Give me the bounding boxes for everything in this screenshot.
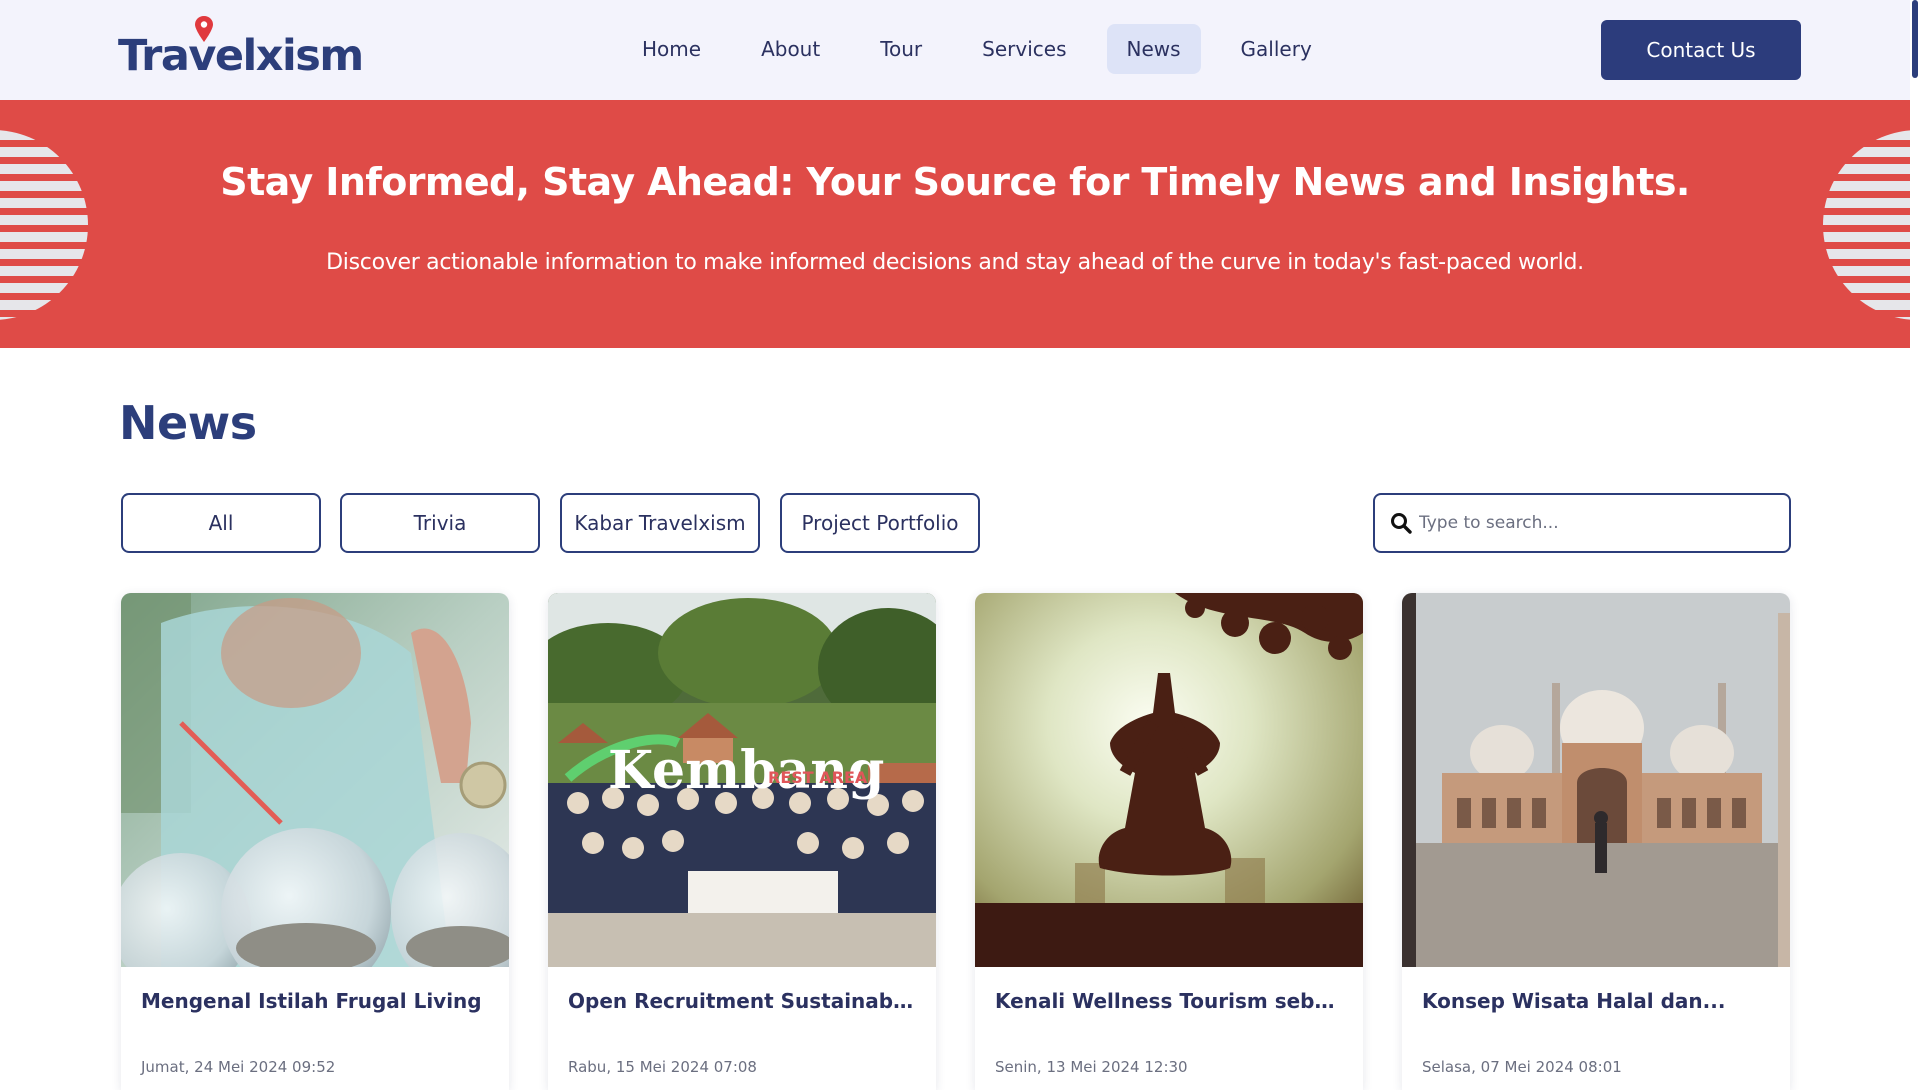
filter-all-button[interactable]: All [121, 493, 321, 553]
hero-title: Stay Informed, Stay Ahead: Your Source f… [220, 160, 1690, 204]
search-box [1373, 493, 1791, 553]
location-pin-icon [195, 16, 213, 42]
scrollbar-thumb[interactable] [1912, 0, 1918, 78]
nav-news[interactable]: News [1106, 24, 1201, 74]
card-date: Selasa, 07 Mei 2024 08:01 [1422, 1058, 1622, 1076]
nav-home[interactable]: Home [622, 24, 721, 74]
card-title[interactable]: Mengenal Istilah Frugal Living [141, 989, 491, 1013]
card-image-yoga-silhouette [975, 593, 1363, 967]
main-nav: Home About Tour Services News Gallery [622, 24, 1352, 74]
page-title: News [119, 396, 257, 450]
card-image-coin-jars [121, 593, 509, 967]
filter-trivia-button[interactable]: Trivia [340, 493, 540, 553]
contact-us-button[interactable]: Contact Us [1601, 20, 1801, 80]
card-image-mosque [1402, 593, 1790, 967]
search-input[interactable] [1419, 513, 1779, 533]
hero-banner: Stay Informed, Stay Ahead: Your Source f… [0, 100, 1910, 348]
card-title[interactable]: Kenali Wellness Tourism sebaga... [995, 989, 1345, 1013]
card-date: Senin, 13 Mei 2024 12:30 [995, 1058, 1188, 1076]
news-card[interactable]: Kenali Wellness Tourism sebaga... Senin,… [975, 593, 1363, 1090]
news-card[interactable]: Konsep Wisata Halal dan... Selasa, 07 Me… [1402, 593, 1790, 1090]
card-date: Rabu, 15 Mei 2024 07:08 [568, 1058, 757, 1076]
logo-text: Travelxism [118, 31, 364, 81]
brand-logo[interactable]: Travelxism [118, 16, 364, 81]
search-icon [1391, 513, 1412, 534]
news-card[interactable]: Mengenal Istilah Frugal Living Jumat, 24… [121, 593, 509, 1090]
striped-circle-decoration [0, 130, 88, 320]
filter-project-portfolio-button[interactable]: Project Portfolio [780, 493, 980, 553]
hero-subtitle: Discover actionable information to make … [326, 250, 1584, 275]
nav-tour[interactable]: Tour [860, 24, 942, 74]
card-image-group-photo: Kembang REST AREA [548, 593, 936, 967]
rest-area-sign-text: REST AREA [768, 768, 868, 787]
site-header: Travelxism Home About Tour Services News… [0, 0, 1910, 100]
scrollbar-track[interactable] [1910, 0, 1920, 1090]
striped-circle-decoration [1823, 130, 1910, 320]
nav-gallery[interactable]: Gallery [1221, 24, 1332, 74]
card-title[interactable]: Open Recruitment Sustainable... [568, 989, 918, 1013]
news-card[interactable]: Kembang REST AREA Open Recruitment Susta… [548, 593, 936, 1090]
nav-services[interactable]: Services [962, 24, 1086, 74]
card-title[interactable]: Konsep Wisata Halal dan... [1422, 989, 1772, 1013]
nav-about[interactable]: About [741, 24, 840, 74]
card-date: Jumat, 24 Mei 2024 09:52 [141, 1058, 336, 1076]
filter-kabar-travelxism-button[interactable]: Kabar Travelxism [560, 493, 760, 553]
